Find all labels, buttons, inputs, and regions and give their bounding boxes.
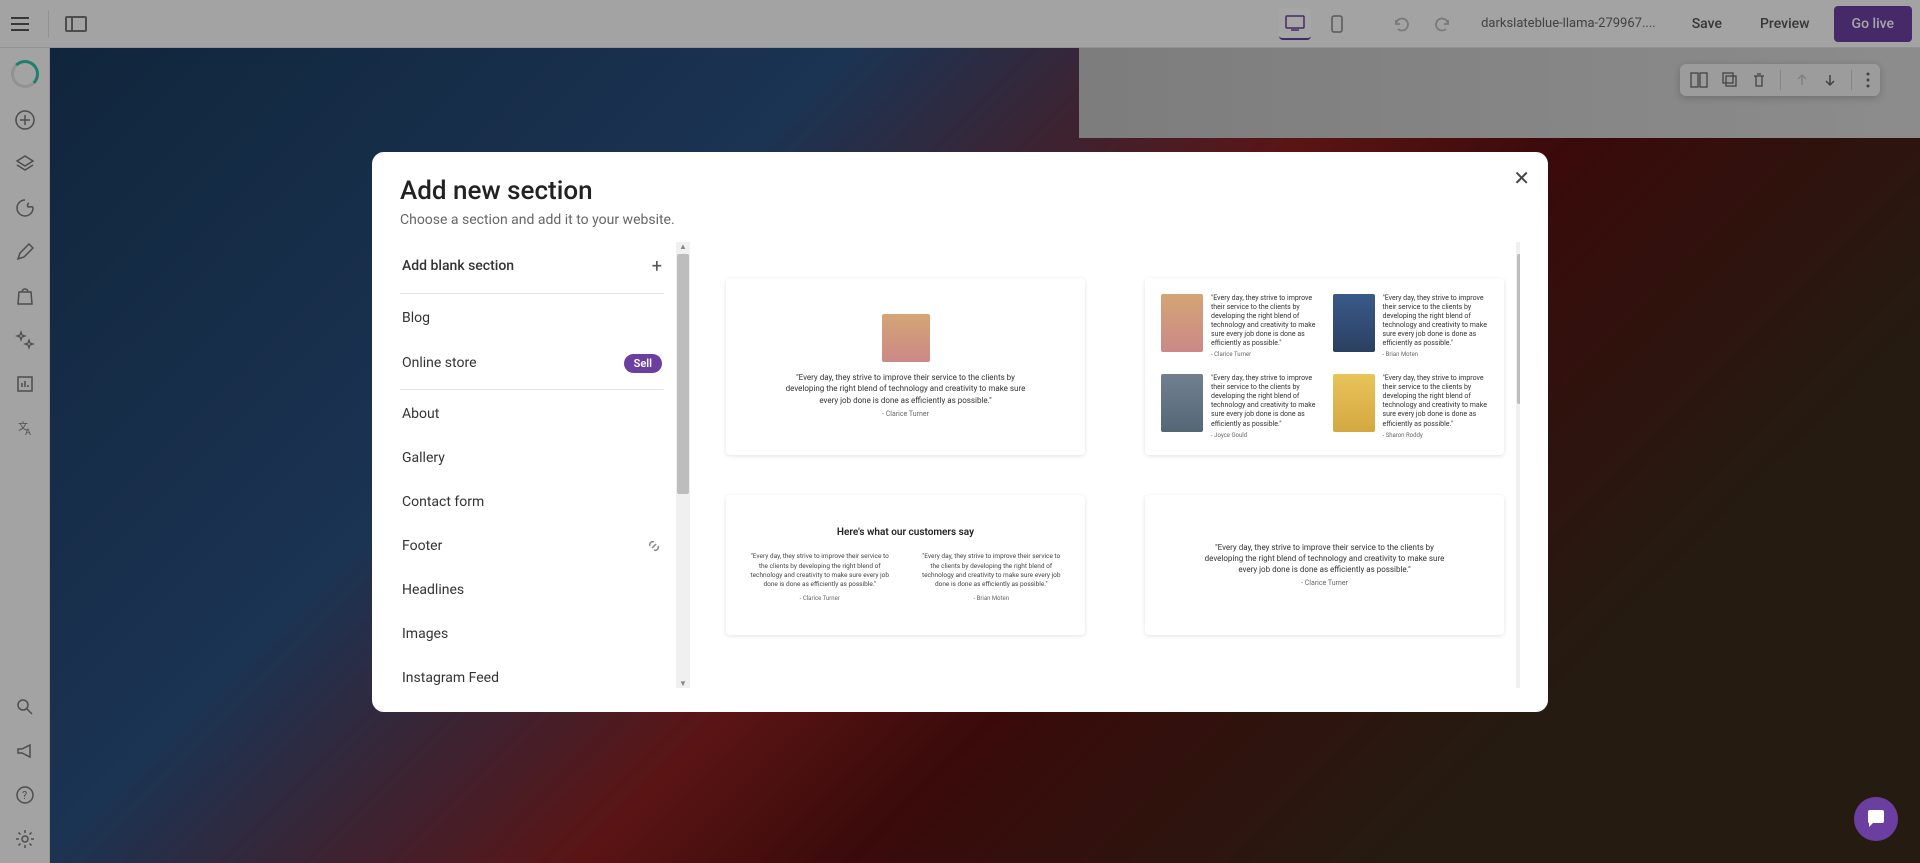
- category-scrollbar[interactable]: ▲ ▼: [676, 242, 690, 688]
- category-headlines[interactable]: Headlines: [400, 568, 664, 612]
- category-label: Blog: [402, 310, 430, 326]
- template-author: - Clarice Turner: [1301, 579, 1348, 587]
- sell-badge: Sell: [624, 354, 662, 373]
- category-store[interactable]: Online store Sell: [400, 340, 664, 387]
- modal-subtitle: Choose a section and add it to your webs…: [400, 212, 1520, 228]
- template-quote: "Every day, they strive to improve their…: [1383, 294, 1489, 349]
- chat-bubble-icon[interactable]: [1854, 797, 1898, 841]
- plus-icon: +: [652, 256, 662, 277]
- avatar: [1161, 374, 1203, 432]
- modal-title: Add new section: [400, 176, 1520, 206]
- template-single-testimonial[interactable]: "Every day, they strive to improve their…: [726, 278, 1085, 455]
- close-icon[interactable]: ✕: [1513, 166, 1530, 190]
- category-label: Instagram Feed: [402, 670, 499, 686]
- category-label: About: [402, 406, 439, 422]
- category-label: Contact form: [402, 494, 484, 510]
- template-quote: "Every day, they strive to improve their…: [918, 552, 1066, 588]
- add-section-modal: ✕ Add new section Choose a section and a…: [372, 152, 1548, 712]
- template-previews: "Every day, they strive to improve their…: [702, 242, 1520, 688]
- template-centered-quote[interactable]: "Every day, they strive to improve their…: [1145, 495, 1504, 635]
- template-author: - Sharon Roddy: [1383, 432, 1489, 439]
- category-about[interactable]: About: [400, 392, 664, 436]
- template-two-column-testimonials[interactable]: Here's what our customers say "Every day…: [726, 495, 1085, 635]
- template-author: - Joyce Gould: [1211, 432, 1317, 439]
- avatar: [1333, 294, 1375, 352]
- category-footer[interactable]: Footer: [400, 524, 664, 568]
- category-label: Add blank section: [402, 258, 514, 274]
- category-label: Gallery: [402, 450, 445, 466]
- template-author: - Clarice Turner: [1211, 351, 1317, 358]
- template-quote: "Every day, they strive to improve their…: [746, 552, 894, 588]
- category-gallery[interactable]: Gallery: [400, 436, 664, 480]
- template-quote: "Every day, they strive to improve their…: [1211, 294, 1317, 349]
- category-label: Images: [402, 626, 448, 642]
- category-label: Headlines: [402, 582, 464, 598]
- category-contact[interactable]: Contact form: [400, 480, 664, 524]
- avatar: [1161, 294, 1203, 352]
- template-grid-testimonials[interactable]: "Every day, they strive to improve their…: [1145, 278, 1504, 455]
- category-label: Footer: [402, 538, 442, 554]
- category-label: Online store: [402, 355, 477, 371]
- template-heading: Here's what our customers say: [837, 527, 974, 538]
- template-author: - Clarice Turner: [882, 410, 929, 418]
- scrollbar-thumb[interactable]: [677, 254, 689, 494]
- preview-scrollbar[interactable]: ▲ ▼: [1516, 242, 1520, 688]
- template-author: - Clarice Turner: [746, 595, 894, 602]
- category-images[interactable]: Images: [400, 612, 664, 656]
- category-blank[interactable]: Add blank section +: [400, 242, 664, 291]
- scrollbar-thumb[interactable]: [1517, 254, 1520, 404]
- avatar: [1333, 374, 1375, 432]
- template-quote: "Every day, they strive to improve their…: [1211, 374, 1317, 429]
- template-author: - Brian Moten: [918, 595, 1066, 602]
- template-author: - Brian Moten: [1383, 351, 1489, 358]
- modal-overlay[interactable]: ✕ Add new section Choose a section and a…: [0, 0, 1920, 863]
- category-list: Add blank section + Blog Online store Se…: [400, 242, 664, 688]
- category-blog[interactable]: Blog: [400, 296, 664, 340]
- template-quote: "Every day, they strive to improve their…: [786, 372, 1026, 406]
- avatar: [882, 314, 930, 362]
- template-quote: "Every day, they strive to improve their…: [1383, 374, 1489, 429]
- link-icon: [646, 538, 662, 554]
- category-instagram[interactable]: Instagram Feed: [400, 656, 664, 688]
- template-quote: "Every day, they strive to improve their…: [1205, 542, 1445, 576]
